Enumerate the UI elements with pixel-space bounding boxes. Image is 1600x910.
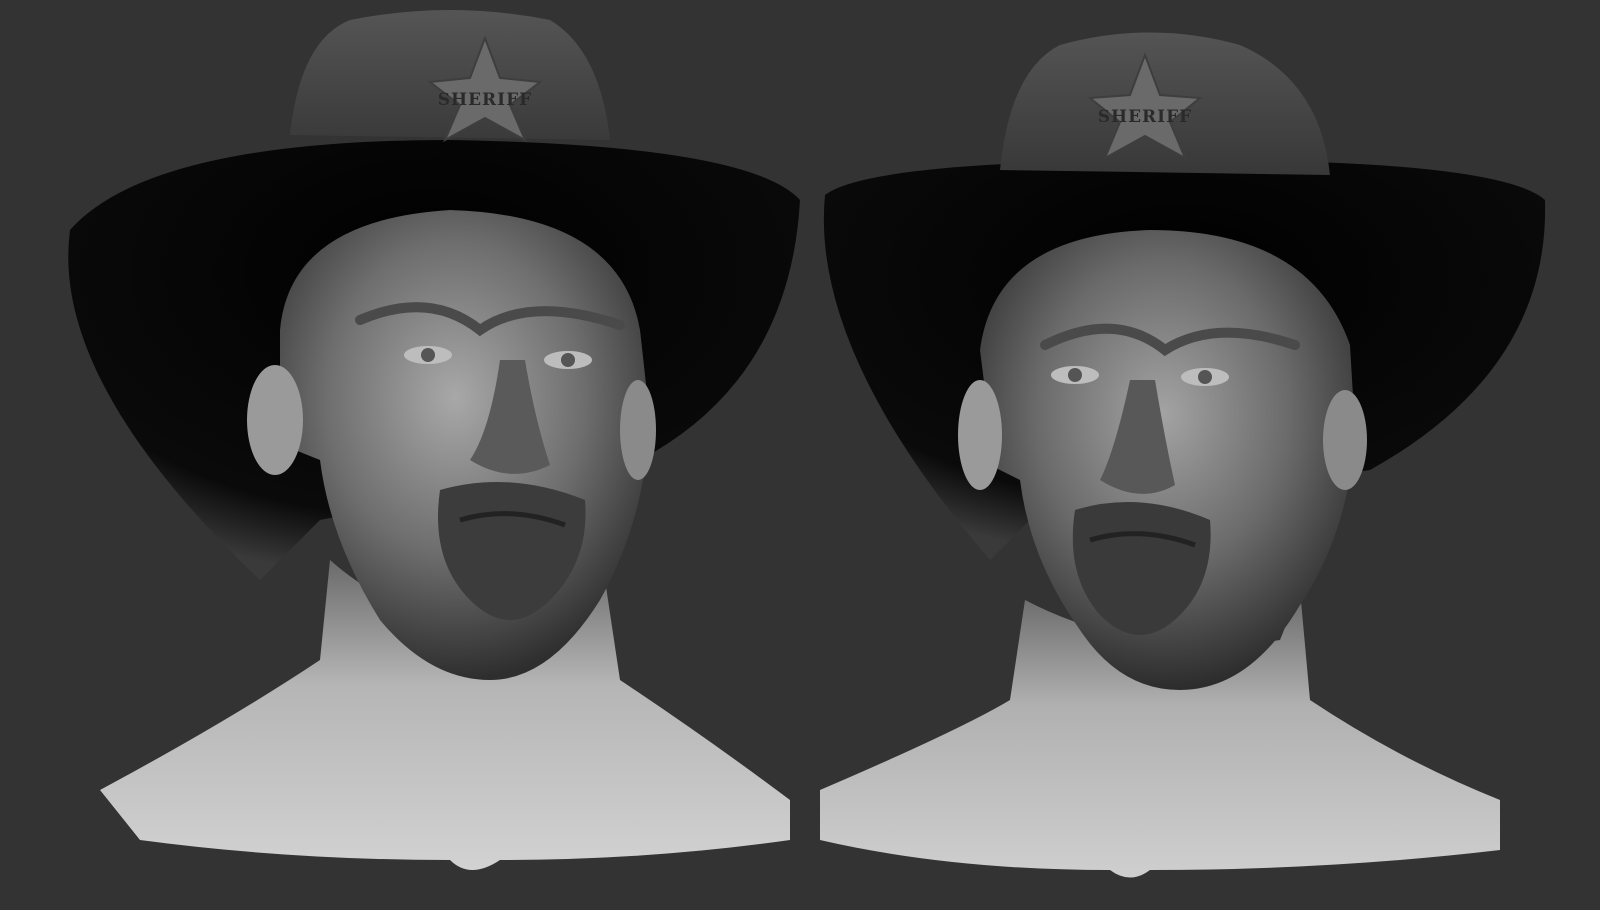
sculpt-render-three-quarter: SHERIFF xyxy=(810,0,1600,910)
badge-text: SHERIFF xyxy=(1098,107,1193,127)
head xyxy=(259,210,650,680)
ear-left xyxy=(958,380,1002,490)
sheriff-head-render-three-quarter: SHERIFF xyxy=(820,32,1546,878)
sculpt-render-front: SHERIFF xyxy=(30,0,820,910)
viewport-canvas: SHERIFF SHERIFF xyxy=(0,0,1600,910)
sheriff-head-render-front: SHERIFF xyxy=(68,10,800,870)
ear-right xyxy=(620,380,656,480)
ear-left xyxy=(247,365,303,475)
badge-text: SHERIFF xyxy=(438,90,533,110)
ear-right xyxy=(1323,390,1367,490)
hat-crown xyxy=(290,10,610,140)
